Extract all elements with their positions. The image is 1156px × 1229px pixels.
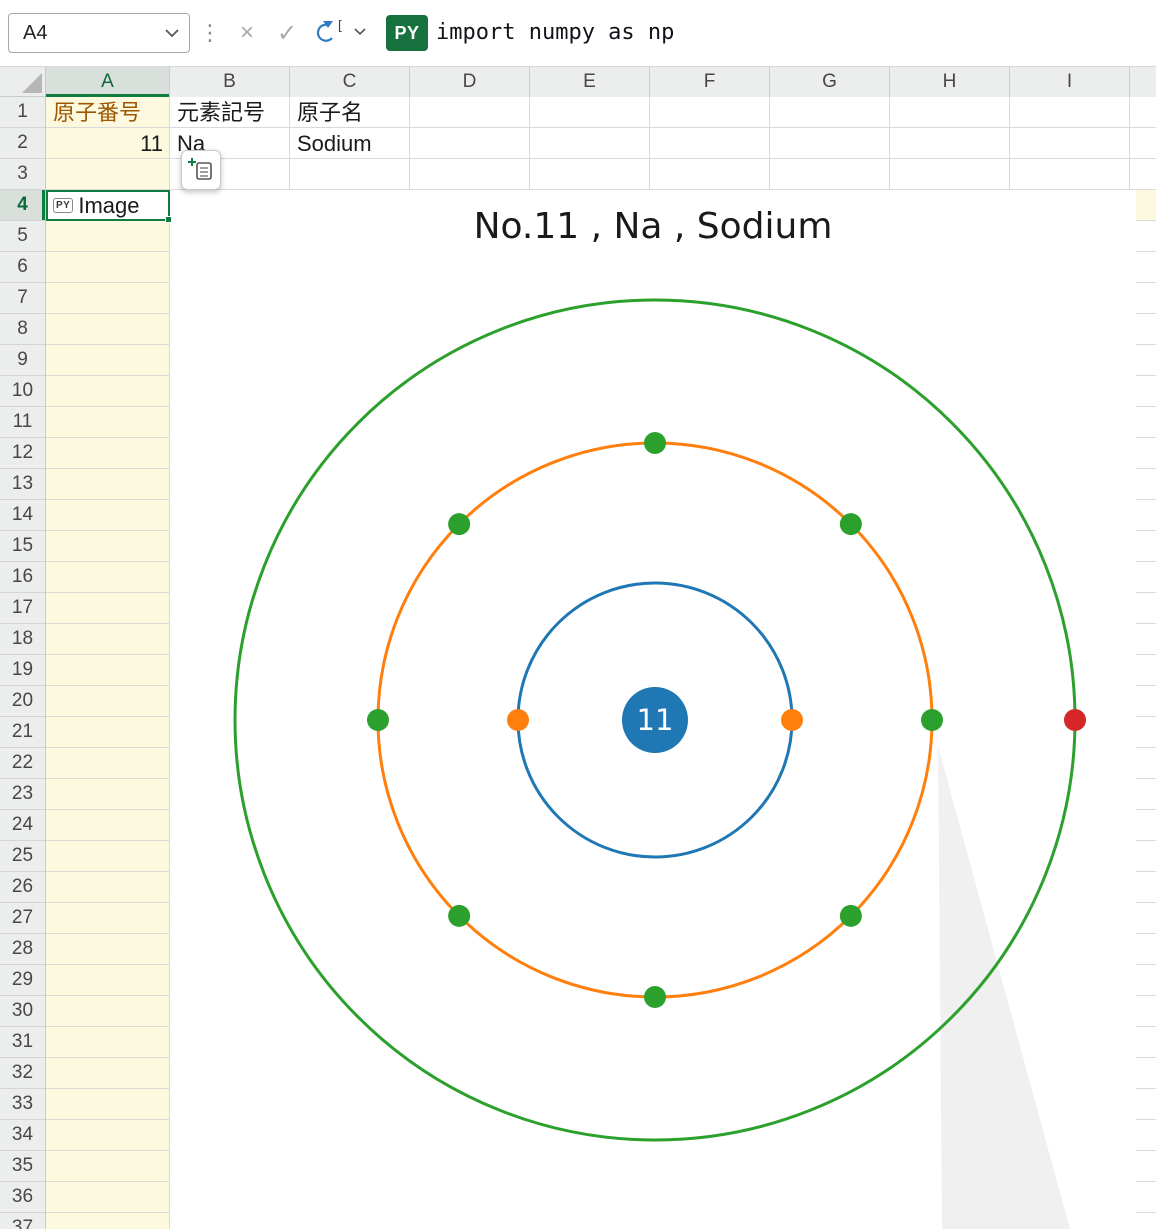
electron-dot-K <box>781 709 803 731</box>
row-header-6[interactable]: 6 <box>0 252 45 283</box>
cell-C1[interactable]: 原子名 <box>290 97 414 128</box>
electron-dot-L <box>367 709 389 731</box>
electron-dot-M <box>1064 709 1086 731</box>
row-header-24[interactable]: 24 <box>0 810 45 841</box>
figure-title: No.11 , Na , Sodium <box>473 206 833 247</box>
cell-C2[interactable]: Sodium <box>290 128 414 159</box>
formula-input[interactable]: import numpy as np <box>436 18 674 48</box>
svg-text:[ ]: [ ] <box>336 19 350 34</box>
row-header-5[interactable]: 5 <box>0 221 45 252</box>
python-object-chip: PY <box>53 198 74 213</box>
row-headers: 1 2 3 4 5 6 7 8 9 10 11 12 13 14 15 16 17 18 19 20 21 22 23 24 2… <box>0 97 46 1229</box>
row-header-18[interactable]: 18 <box>0 624 45 655</box>
row-header-9[interactable]: 9 <box>0 345 45 376</box>
col-header-D[interactable]: D <box>410 66 530 97</box>
nucleus: 11 <box>622 687 688 753</box>
row-header-21[interactable]: 21 <box>0 717 45 748</box>
row-header-3[interactable]: 3 <box>0 159 45 190</box>
electron-dot-L <box>839 904 862 927</box>
row-header-27[interactable]: 27 <box>0 903 45 934</box>
python-image-output[interactable]: 11 No.11 , Na , Sodium <box>170 190 1136 1229</box>
row-header-25[interactable]: 25 <box>0 841 45 872</box>
insert-python-icon[interactable]: [ ] <box>312 18 366 46</box>
column-headers: ABCDEFGHI <box>46 66 1156 97</box>
electron-dot-K <box>507 709 529 731</box>
selected-cell-A4[interactable]: PY Image <box>46 190 172 223</box>
col-header-I[interactable]: I <box>1010 66 1130 97</box>
python-function-icon: [ ] <box>316 19 350 42</box>
row-header-8[interactable]: 8 <box>0 314 45 345</box>
row-header-15[interactable]: 15 <box>0 531 45 562</box>
electron-dot-L <box>448 513 471 536</box>
row-header-34[interactable]: 34 <box>0 1120 45 1151</box>
row-header-23[interactable]: 23 <box>0 779 45 810</box>
col-header-F[interactable]: F <box>650 66 770 97</box>
confirm-icon[interactable]: ✓ <box>268 14 306 52</box>
electron-dot-L <box>448 904 471 927</box>
row-header-7[interactable]: 7 <box>0 283 45 314</box>
insert-data-icon <box>188 158 212 180</box>
bohr-model-diagram: 11 <box>233 298 1086 1229</box>
row-header-11[interactable]: 11 <box>0 407 45 438</box>
row-header-22[interactable]: 22 <box>0 748 45 779</box>
row-header-10[interactable]: 10 <box>0 376 45 407</box>
select-all-triangle-icon <box>22 73 42 93</box>
python-output-menu-button[interactable] <box>181 150 221 190</box>
electron-dot-L <box>644 432 666 454</box>
electron-dot-L <box>644 986 666 1008</box>
cell-B1[interactable]: 元素記号 <box>170 97 290 128</box>
electron-dot-L <box>921 709 943 731</box>
name-box[interactable]: A4 <box>8 13 190 53</box>
fill-handle[interactable] <box>165 216 172 223</box>
row-header-26[interactable]: 26 <box>0 872 45 903</box>
row-header-37[interactable]: 37 <box>0 1213 45 1229</box>
row-header-2[interactable]: 2 <box>0 128 45 159</box>
row-header-28[interactable]: 28 <box>0 934 45 965</box>
row-header-20[interactable]: 20 <box>0 686 45 717</box>
chevron-down-icon <box>354 28 366 36</box>
col-header-G[interactable]: G <box>770 66 890 97</box>
cell-A1[interactable]: 原子番号 <box>46 97 170 128</box>
col-header-E[interactable]: E <box>530 66 650 97</box>
row-header-12[interactable]: 12 <box>0 438 45 469</box>
row-header-36[interactable]: 36 <box>0 1182 45 1213</box>
electron-dot-L <box>839 513 862 536</box>
drag-handle-dots-icon: ⋮ <box>199 20 221 45</box>
row-header-29[interactable]: 29 <box>0 965 45 996</box>
row-header-32[interactable]: 32 <box>0 1058 45 1089</box>
selected-cell-label: Image <box>78 192 140 218</box>
col-header-C[interactable]: C <box>290 66 410 97</box>
column-a-highlight <box>46 97 170 1229</box>
python-mode-badge: PY <box>386 15 428 51</box>
page-fold-decoration <box>938 746 1070 1229</box>
name-box-value: A4 <box>23 21 48 44</box>
row-header-14[interactable]: 14 <box>0 500 45 531</box>
chevron-down-icon <box>165 28 179 37</box>
col-header-H[interactable]: H <box>890 66 1010 97</box>
row-header-17[interactable]: 17 <box>0 593 45 624</box>
cancel-icon[interactable]: × <box>228 14 266 52</box>
row-header-1[interactable]: 1 <box>0 97 45 128</box>
formula-bar: A4 ⋮ × ✓ [ ] PY import numpy as np <box>0 0 1156 67</box>
col-header-B[interactable]: B <box>170 66 290 97</box>
row-header-31[interactable]: 31 <box>0 1027 45 1058</box>
row-header-16[interactable]: 16 <box>0 562 45 593</box>
row-header-33[interactable]: 33 <box>0 1089 45 1120</box>
col-header-stub <box>1130 66 1156 97</box>
row-header-19[interactable]: 19 <box>0 655 45 686</box>
nucleus-label: 11 <box>637 703 674 737</box>
row-header-13[interactable]: 13 <box>0 469 45 500</box>
row-header-4[interactable]: 4 <box>0 190 45 221</box>
col-header-A[interactable]: A <box>46 66 170 97</box>
cell-A2[interactable]: 11 <box>46 128 170 159</box>
select-all-corner[interactable] <box>0 66 46 97</box>
row-header-30[interactable]: 30 <box>0 996 45 1027</box>
excel-window: A4 ⋮ × ✓ [ ] PY import numpy as np ABCDE… <box>0 0 1156 1229</box>
row-header-35[interactable]: 35 <box>0 1151 45 1182</box>
